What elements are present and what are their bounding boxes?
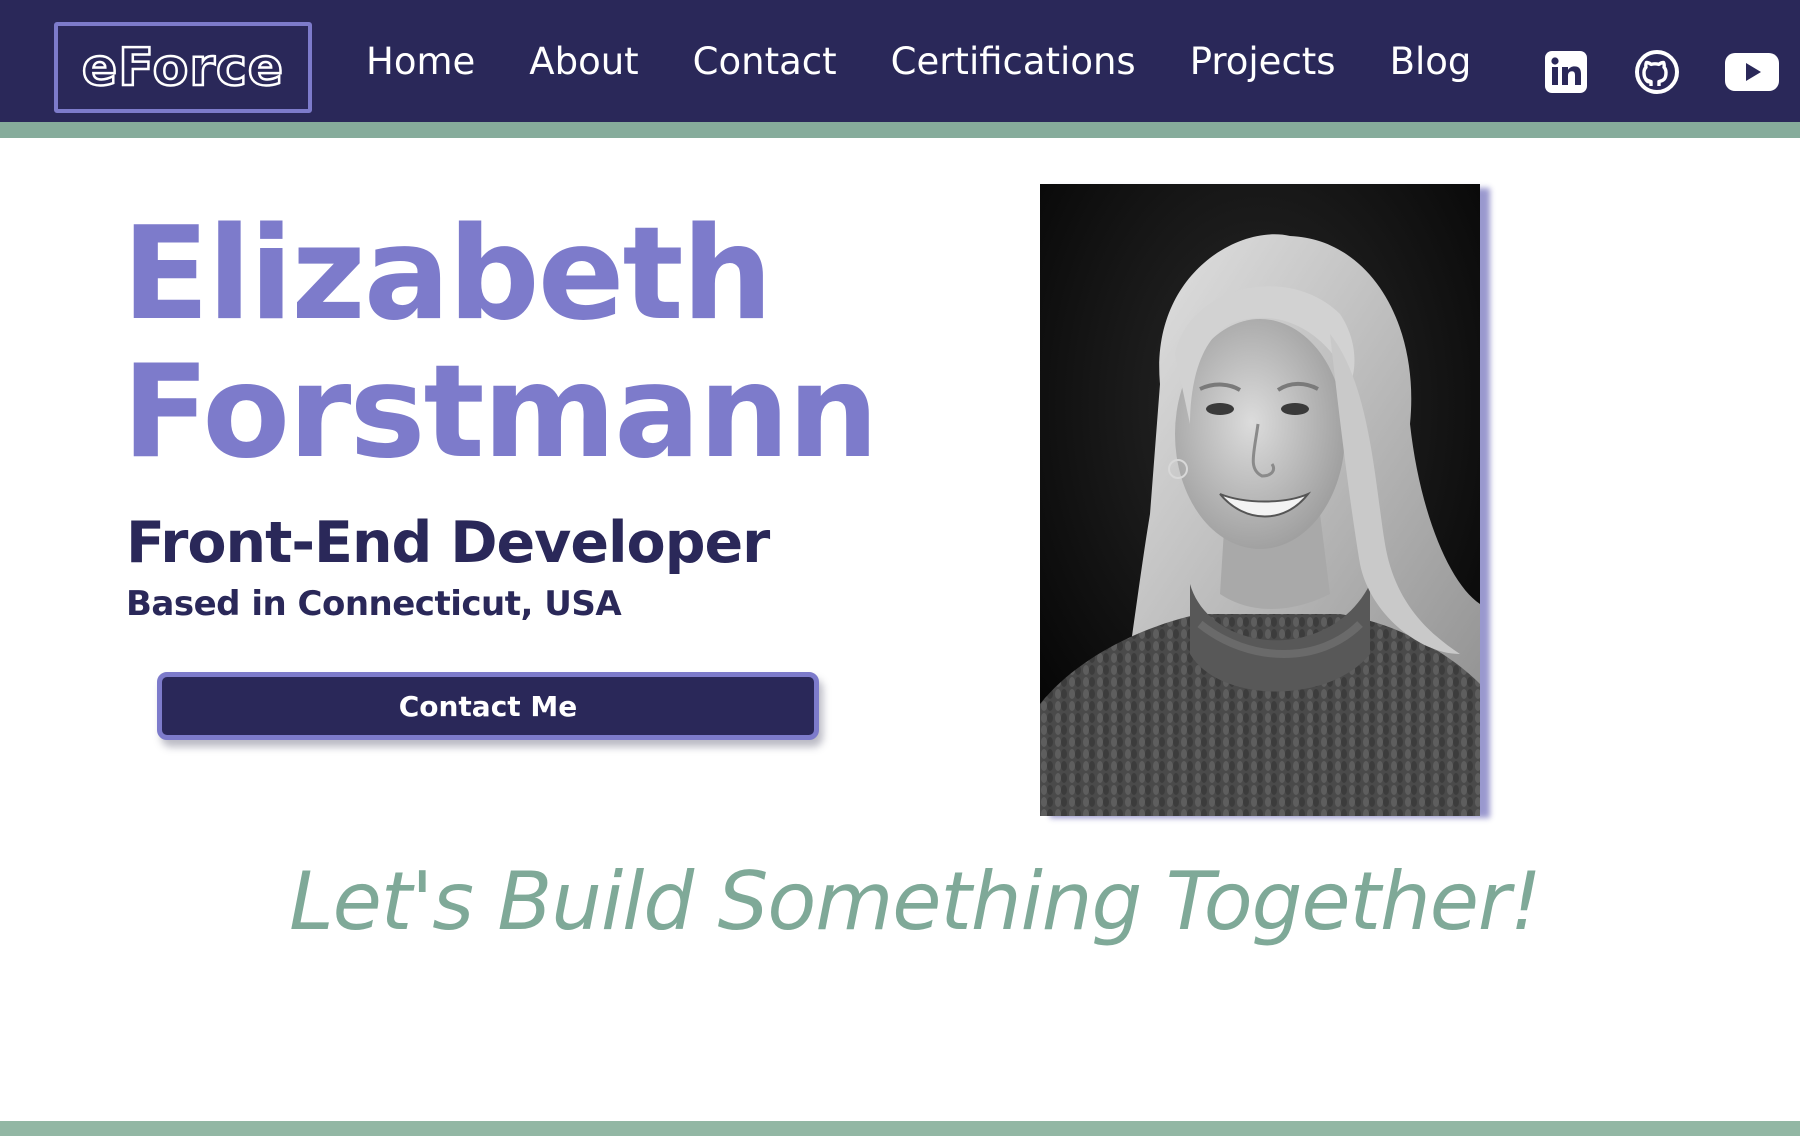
portrait-photo (1040, 184, 1480, 816)
nav-link-blog[interactable]: Blog (1390, 40, 1472, 83)
nav-link-about[interactable]: About (529, 40, 638, 83)
nav-link-home[interactable]: Home (366, 40, 475, 83)
navbar: eForce Home About Contact Certifications… (0, 0, 1800, 122)
linkedin-icon[interactable] (1544, 50, 1588, 98)
hero-first-name: Elizabeth (122, 200, 773, 349)
hero-last-name: Forstmann (122, 338, 879, 487)
footer-stripe (0, 1121, 1800, 1136)
hero-name: Elizabeth Forstmann (122, 200, 879, 487)
nav-link-projects[interactable]: Projects (1190, 40, 1336, 83)
nav-link-contact[interactable]: Contact (693, 40, 837, 83)
hero-role: Front-End Developer (126, 510, 770, 576)
logo-text: eForce (81, 36, 285, 99)
tagline: Let's Build Something Together! (289, 855, 1542, 948)
nav-link-certifications[interactable]: Certifications (891, 40, 1136, 83)
contact-me-button[interactable]: Contact Me (157, 672, 819, 740)
nav-links: Home About Contact Certifications Projec… (366, 0, 1471, 122)
site-logo[interactable]: eForce (54, 22, 312, 113)
github-icon[interactable] (1634, 49, 1680, 99)
nav-divider-stripe (0, 122, 1800, 138)
youtube-icon[interactable] (1724, 52, 1780, 96)
hero-location: Based in Connecticut, USA (126, 584, 622, 624)
